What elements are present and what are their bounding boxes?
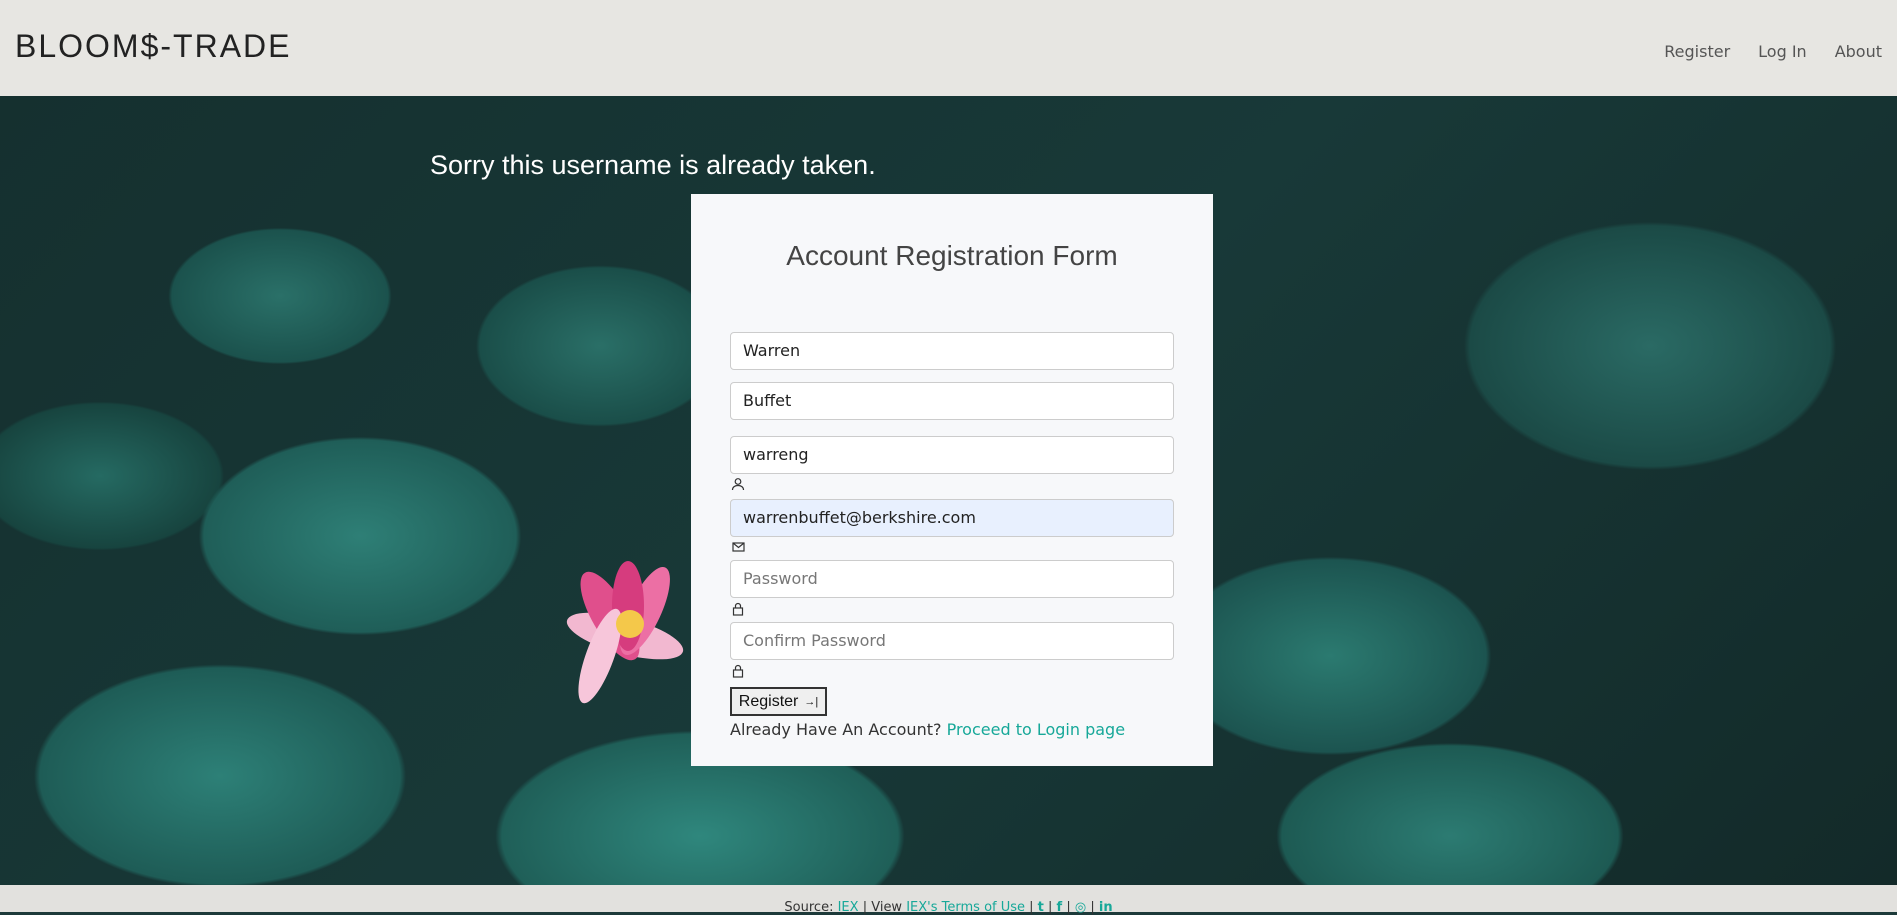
last-name-input[interactable]: Buffet [730,382,1174,420]
nav-register[interactable]: Register [1664,42,1730,61]
iex-link[interactable]: IEX [838,900,859,915]
error-message: Sorry this username is already taken. [430,150,876,180]
first-name-input[interactable]: Warren [730,332,1174,370]
lock-icon [732,602,744,616]
source-label: Source: [784,900,834,915]
confirm-password-input[interactable]: Confirm Password [730,622,1174,660]
sign-in-arrow-icon: →| [804,695,819,708]
form-title: Account Registration Form [786,240,1118,271]
footer: Source: IEX | View IEX's Terms of Use | … [0,885,1897,915]
nav-login[interactable]: Log In [1758,42,1807,61]
login-prompt: Already Have An Account? Proceed to Logi… [730,720,1125,739]
envelope-icon [732,542,745,552]
logo[interactable]: BLOOM$-TRADE [15,28,291,65]
facebook-icon[interactable]: f [1057,900,1063,915]
password-input[interactable]: Password [730,560,1174,598]
twitter-icon[interactable]: t [1038,900,1044,915]
lotus-flower-image [566,561,684,704]
linkedin-icon[interactable]: in [1099,900,1113,915]
already-text: Already Have An Account? [730,720,942,739]
person-icon [731,478,745,491]
lock-icon [732,664,744,678]
email-input[interactable]: warrenbuffet@berkshire.com [730,499,1174,537]
username-input[interactable]: warreng [730,436,1174,474]
header: BLOOM$-TRADE Register Log In About [0,0,1897,96]
register-button-label: Register [738,692,799,710]
login-link[interactable]: Proceed to Login page [947,720,1125,739]
terms-link[interactable]: IEX's Terms of Use [906,900,1025,915]
nav: Register Log In About [1664,42,1882,61]
registration-card: Account Registration Form Warren Buffet … [691,194,1213,766]
register-button[interactable]: Register →| [730,687,827,716]
view-label: View [871,900,903,915]
instagram-icon[interactable]: ◎ [1075,900,1086,915]
nav-about[interactable]: About [1835,42,1882,61]
